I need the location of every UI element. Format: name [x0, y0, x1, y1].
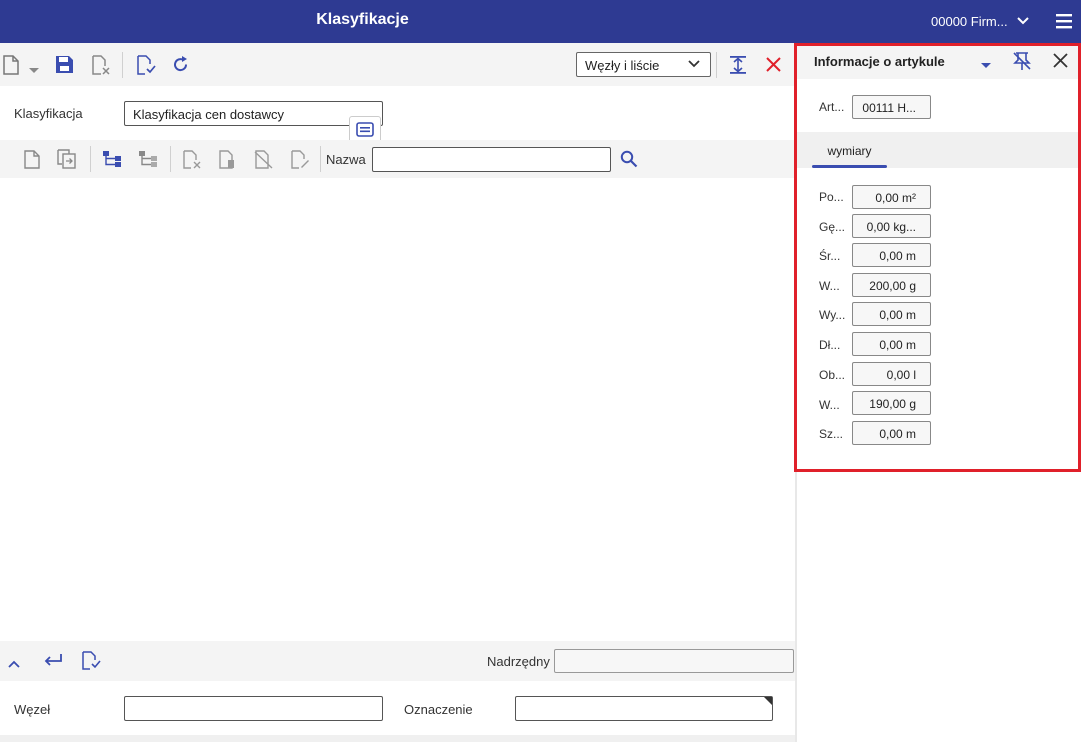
dimension-value-field: 0,00 m: [852, 421, 931, 445]
dimension-value: 0,00 l: [886, 368, 916, 382]
article-value: 00111 H...: [862, 101, 916, 115]
close-panel-icon[interactable]: [1053, 53, 1068, 71]
paste-node-icon[interactable]: [219, 150, 237, 172]
tree-structure-icon[interactable]: [102, 150, 122, 171]
view-mode-select[interactable]: Węzły i liście: [576, 52, 711, 77]
panel-tabs: wymiary: [797, 132, 1081, 168]
dimension-label: Sz...: [819, 427, 844, 441]
page-title: Klasyfikacje: [316, 11, 409, 28]
validate-document-icon[interactable]: [82, 651, 101, 673]
dimension-value: 0,00 m²: [875, 191, 916, 205]
bottom-strip: [0, 735, 795, 742]
edit-node-icon[interactable]: [291, 150, 310, 172]
article-label: Art...: [819, 100, 845, 114]
copy-node-icon[interactable]: [57, 149, 77, 172]
parent-label: Nadrzędny: [487, 654, 550, 669]
disable-node-icon[interactable]: [254, 150, 274, 172]
validate-document-icon[interactable]: [136, 55, 156, 78]
chevron-down-icon[interactable]: [1016, 11, 1030, 34]
panel-header: Informacje o artykule: [797, 43, 1081, 79]
dimension-value-field: 0,00 m: [852, 302, 931, 326]
company-selector-label[interactable]: 00000 Firm...: [931, 14, 1008, 29]
search-icon[interactable]: [620, 150, 638, 171]
dimension-value: 190,00 g: [869, 397, 916, 411]
corner-marker-icon: [764, 697, 772, 705]
dropdown-arrow-icon[interactable]: [981, 57, 991, 72]
toolbar-separator: [320, 146, 321, 172]
classification-label: Klasyfikacja: [14, 106, 83, 121]
app-header: Klasyfikacje 00000 Firm...: [0, 0, 1081, 43]
toolbar-separator: [90, 146, 91, 172]
classification-value: Klasyfikacja cen dostawcy: [133, 107, 285, 122]
tree-collapse-icon[interactable]: [138, 150, 158, 171]
dimension-value: 0,00 m: [879, 427, 916, 441]
delete-node-icon[interactable]: [183, 150, 202, 172]
dimension-label: Śr...: [819, 249, 841, 263]
dimension-value: 0,00 m: [879, 249, 916, 263]
discard-document-icon[interactable]: [91, 55, 111, 78]
dimension-label: Wy...: [819, 308, 846, 322]
lookup-list-icon[interactable]: [349, 116, 381, 143]
unpin-icon[interactable]: [1012, 51, 1032, 74]
dropdown-arrow-icon[interactable]: [29, 62, 39, 77]
dimension-value: 0,00 m: [879, 308, 916, 322]
designation-label: Oznaczenie: [404, 702, 473, 717]
dimension-value: 0,00 m: [879, 338, 916, 352]
dimension-label: W...: [819, 279, 840, 293]
dimension-value-field: 0,00 m: [852, 332, 931, 356]
view-mode-value: Węzły i liście: [585, 58, 660, 73]
dimension-label: Po...: [819, 190, 844, 204]
designation-field[interactable]: [515, 696, 773, 721]
node-field[interactable]: [124, 696, 383, 721]
main-area: Węzły i liście Klasyfikacja Klasyfikacja…: [0, 43, 795, 742]
chevron-up-icon[interactable]: [8, 656, 20, 671]
dimension-value-field: 0,00 m: [852, 243, 931, 267]
dimension-value-field: 200,00 g: [852, 273, 931, 297]
new-document-icon[interactable]: [2, 55, 20, 78]
dimension-label: W...: [819, 398, 840, 412]
chevron-down-icon: [688, 60, 700, 68]
toolbar-separator: [170, 146, 171, 172]
name-search-label: Nazwa: [326, 152, 366, 167]
new-node-icon[interactable]: [24, 150, 40, 172]
article-info-panel: Informacje o artykule Art... 00111 H... …: [797, 43, 1081, 742]
dimension-value: 200,00 g: [869, 279, 916, 293]
dimension-label: Dł...: [819, 338, 841, 352]
dimension-value-field: 190,00 g: [852, 391, 931, 415]
tab-active-indicator: [812, 165, 887, 168]
toolbar-separator: [122, 52, 123, 78]
panel-title: Informacje o artykule: [814, 54, 945, 69]
article-field: 00111 H...: [852, 95, 931, 119]
main-toolbar: Węzły i liście: [0, 43, 795, 86]
detail-toolbar: Nadrzędny: [0, 641, 795, 681]
tab-label: wymiary: [827, 144, 872, 158]
dimension-value-field: 0,00 m²: [852, 185, 931, 209]
tree-toolbar: Nazwa: [0, 140, 795, 178]
dimension-value-field: 0,00 kg...: [852, 214, 931, 238]
dimension-label: Gę...: [819, 220, 846, 234]
close-icon[interactable]: [766, 57, 781, 75]
dimension-label: Ob...: [819, 368, 846, 382]
dimension-value-field: 0,00 l: [852, 362, 931, 386]
refresh-icon[interactable]: [171, 55, 190, 77]
dimension-value: 0,00 kg...: [866, 220, 916, 234]
toolbar-separator: [716, 52, 717, 78]
hamburger-menu-icon[interactable]: [1055, 12, 1073, 33]
node-label: Węzeł: [14, 702, 51, 717]
name-search-input[interactable]: [372, 147, 611, 172]
expand-vertical-icon[interactable]: [729, 55, 747, 78]
return-arrow-icon[interactable]: [43, 652, 63, 671]
classification-field[interactable]: Klasyfikacja cen dostawcy: [124, 101, 383, 126]
tab-dimensions[interactable]: wymiary: [812, 132, 887, 168]
parent-field: [554, 649, 794, 673]
save-icon[interactable]: [55, 55, 74, 77]
